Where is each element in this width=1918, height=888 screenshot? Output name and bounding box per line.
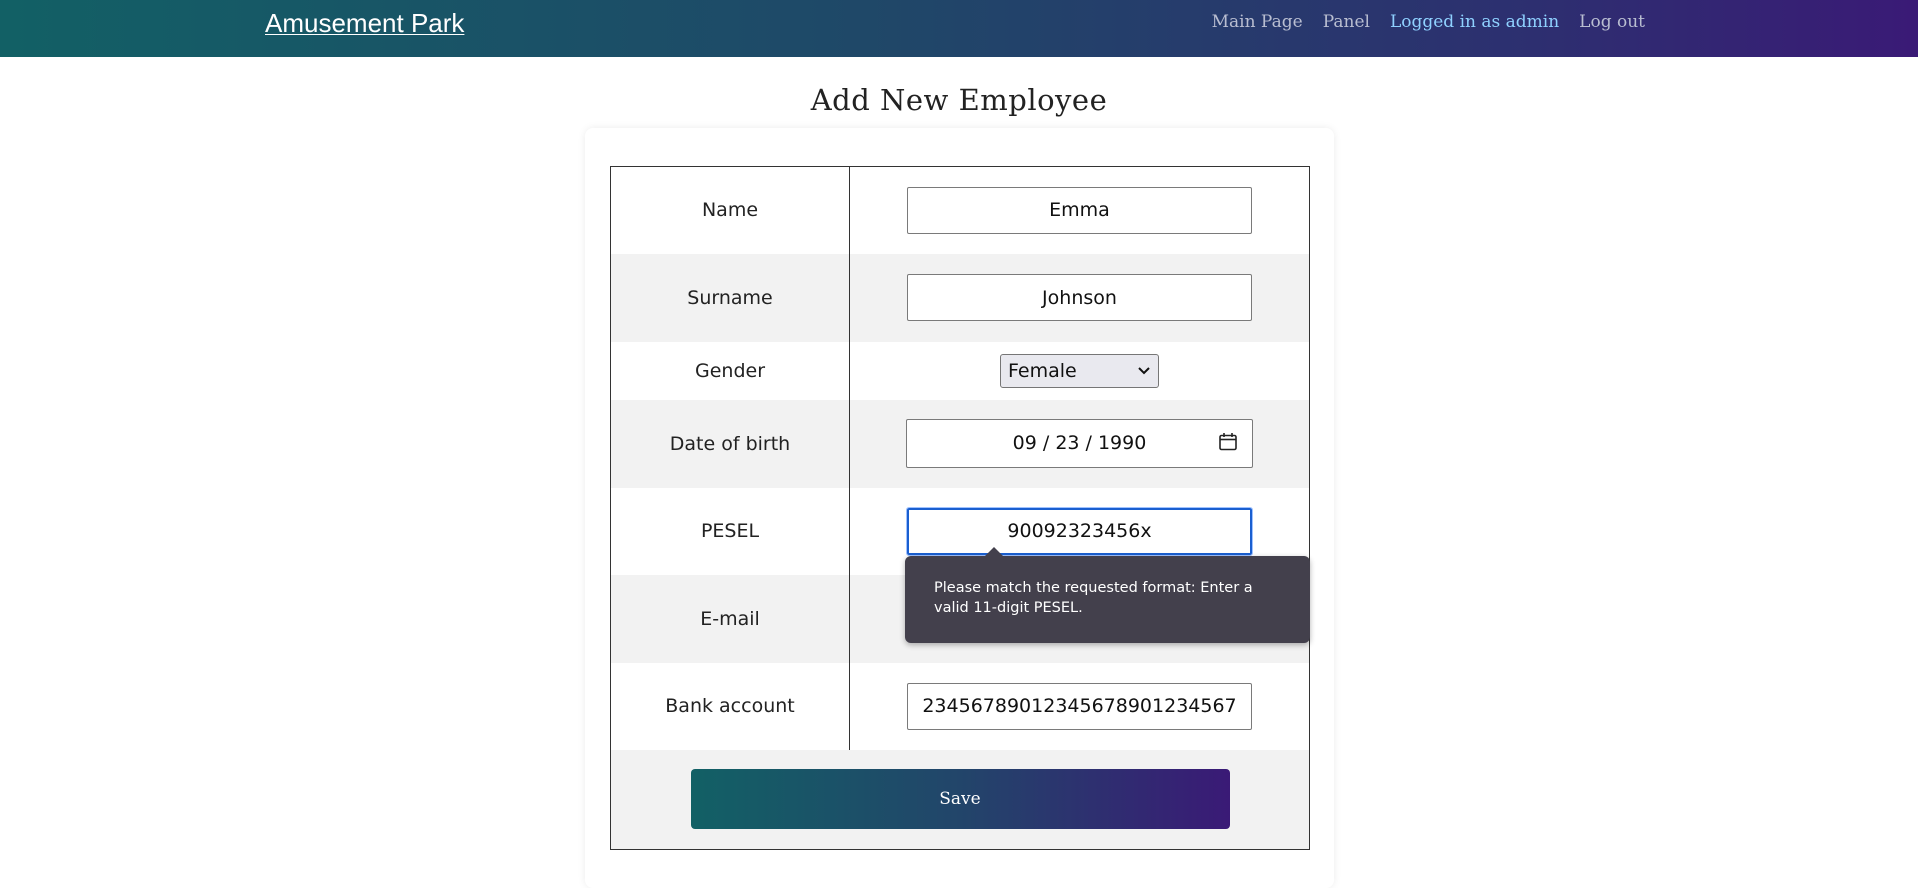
form-row-save: Save <box>610 749 1310 850</box>
save-cell: Save <box>611 750 1310 850</box>
page-title: Add New Employee <box>810 83 1108 117</box>
form-row-name: Name <box>610 166 1310 254</box>
top-navbar: Amusement Park Main Page Panel Logged in… <box>0 0 1918 57</box>
pesel-label: PESEL <box>610 487 850 575</box>
gender-select-value: Female <box>1008 359 1077 382</box>
name-cell <box>850 167 1310 254</box>
name-input[interactable] <box>907 186 1252 234</box>
nav-links: Main Page Panel Logged in as admin Log o… <box>1212 10 1645 34</box>
tooltip-arrow <box>985 547 1003 556</box>
brand-logo-link[interactable]: Amusement Park <box>265 8 464 38</box>
surname-label: Surname <box>610 253 850 342</box>
surname-cell <box>850 254 1310 342</box>
pesel-input[interactable] <box>906 506 1253 556</box>
form-row-gender: Gender Female <box>610 341 1310 400</box>
email-label: E-mail <box>610 574 850 663</box>
bank-account-label: Bank account <box>610 662 850 750</box>
nav-main-page-link[interactable]: Main Page <box>1212 10 1303 34</box>
gender-label: Gender <box>610 341 850 400</box>
form-row-surname: Surname <box>610 253 1310 342</box>
dob-value: 09 / 23 / 1990 <box>1012 432 1147 454</box>
dob-label: Date of birth <box>610 399 850 488</box>
gender-cell: Female <box>850 342 1310 400</box>
dob-date-input[interactable]: 09 / 23 / 1990 <box>906 419 1253 468</box>
name-label: Name <box>610 166 850 254</box>
nav-logged-in-user-link[interactable]: Logged in as admin <box>1390 10 1559 34</box>
bank-account-input[interactable] <box>907 682 1252 730</box>
calendar-icon[interactable] <box>1218 432 1238 452</box>
chevron-down-icon <box>1138 366 1150 374</box>
save-button[interactable]: Save <box>690 769 1230 830</box>
nav-logout-link[interactable]: Log out <box>1579 10 1645 34</box>
validation-tooltip-text: Please match the requested format: Enter… <box>934 580 1253 616</box>
dob-cell: 09 / 23 / 1990 <box>850 400 1310 488</box>
bank-account-cell <box>850 663 1310 750</box>
employee-form-table: Name Surname Gender Female Date of birth… <box>610 166 1310 850</box>
form-row-dob: Date of birth 09 / 23 / 1990 <box>610 399 1310 488</box>
form-row-bank-account: Bank account <box>610 662 1310 750</box>
surname-input[interactable] <box>907 274 1252 321</box>
gender-select[interactable]: Female <box>1000 353 1159 388</box>
validation-tooltip: Please match the requested format: Enter… <box>905 547 1310 643</box>
nav-panel-link[interactable]: Panel <box>1323 10 1370 34</box>
